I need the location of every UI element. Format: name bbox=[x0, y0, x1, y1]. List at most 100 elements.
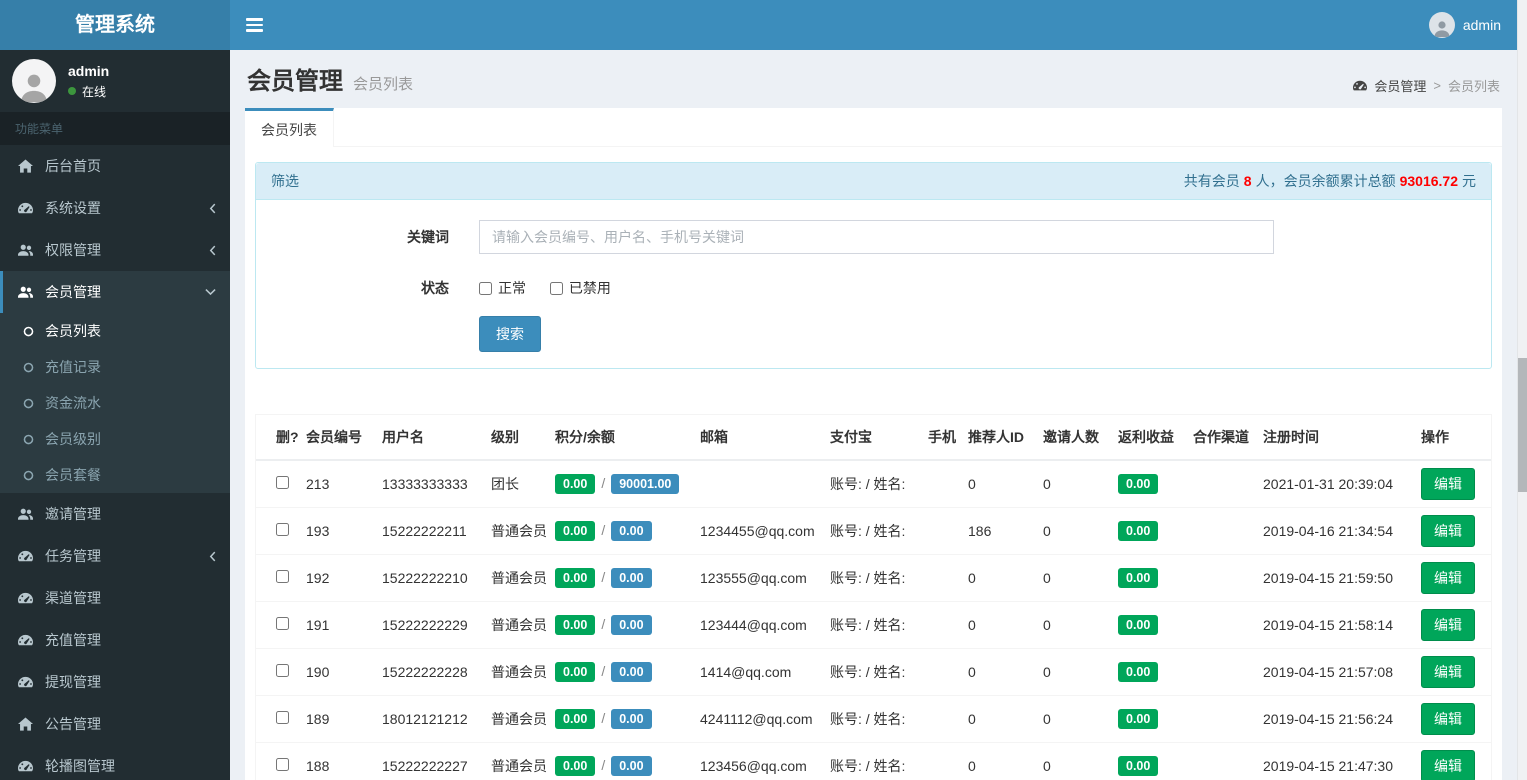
edit-button[interactable]: 编辑 bbox=[1421, 561, 1475, 594]
sidebar-item-6[interactable]: 任务管理 bbox=[0, 535, 230, 577]
alipay-cell: 账号: / 姓名: bbox=[822, 694, 920, 742]
status-checkbox-normal[interactable] bbox=[479, 281, 492, 295]
actions-cell: 编辑 bbox=[1413, 553, 1491, 601]
referrer-id-cell: 0 bbox=[960, 553, 1035, 601]
username-cell: 15222222229 bbox=[374, 600, 483, 648]
sidebar: admin 在线 功能菜单 后台首页 系统设置 权限管理 会员管理 会员列表 充值记录 资金… bbox=[0, 50, 230, 780]
breadcrumb-current: 会员列表 bbox=[1447, 79, 1500, 94]
member-table: 删? 会员编号 用户名 级别 积分/余额 邮箱 支付宝 手机 推荐人ID 邀请人数 返利收益 合作渠道… bbox=[256, 415, 1491, 780]
sidebar-item-3[interactable]: 权限管理 bbox=[0, 229, 230, 271]
actions-cell: 编辑 bbox=[1413, 694, 1491, 742]
sidebar-item-7[interactable]: 渠道管理 bbox=[0, 577, 230, 619]
sidebar-subitem-5[interactable]: 会员套餐 bbox=[0, 457, 230, 493]
tabs-container: 会员列表 筛选 共有会员8人，会员余额累计总额93016.72元 关键词 bbox=[245, 108, 1502, 780]
sidebar-item-4[interactable]: 会员管理 bbox=[0, 271, 230, 313]
tab-member-list[interactable]: 会员列表 bbox=[245, 108, 334, 147]
sidebar-subitem-1[interactable]: 会员列表 bbox=[0, 313, 230, 349]
circle-icon bbox=[23, 398, 38, 409]
table-row: 193 15222222211 普通会员 0.00 / 0.00 1234455@qq.co… bbox=[256, 506, 1491, 554]
column-header: 返利收益 bbox=[1110, 415, 1185, 461]
breadcrumb-root[interactable]: 会员管理 bbox=[1374, 76, 1426, 95]
rebate-badge: 0.00 bbox=[1118, 708, 1159, 729]
sidebar-item-label: 后台首页 bbox=[45, 158, 101, 174]
member-id-cell: 188 bbox=[298, 741, 374, 780]
sidebar-user-panel: admin 在线 bbox=[0, 50, 230, 112]
sidebar-subitem-2[interactable]: 充值记录 bbox=[0, 349, 230, 385]
sidebar-item-5[interactable]: 邀请管理 bbox=[0, 493, 230, 535]
sidebar-item-8[interactable]: 充值管理 bbox=[0, 619, 230, 661]
edit-button[interactable]: 编辑 bbox=[1421, 608, 1475, 641]
user-status: 在线 bbox=[68, 83, 109, 100]
register-time-cell: 2019-04-15 21:58:14 bbox=[1255, 600, 1413, 648]
page-title: 会员管理 bbox=[247, 68, 343, 95]
sidebar-item-1[interactable]: 后台首页 bbox=[0, 145, 230, 187]
sidebar-item-label: 任务管理 bbox=[45, 548, 101, 564]
gauge-icon bbox=[18, 201, 36, 215]
scrollbar-thumb[interactable] bbox=[1518, 358, 1527, 492]
channel-cell bbox=[1185, 647, 1255, 695]
sidebar-item-9[interactable]: 提现管理 bbox=[0, 661, 230, 703]
navbar-user-menu[interactable]: admin bbox=[1428, 0, 1527, 50]
main-content: 会员管理 会员列表 会员管理 > 会员列表 会员列表 筛选 共有会员 8 人，会… bbox=[230, 50, 1517, 780]
sidebar-item-label: 系统设置 bbox=[45, 200, 101, 216]
gauge-icon bbox=[18, 759, 36, 773]
row-checkbox[interactable] bbox=[276, 710, 289, 724]
edit-button[interactable]: 编辑 bbox=[1421, 749, 1475, 780]
channel-cell bbox=[1185, 506, 1255, 554]
rebate-cell: 0.00 bbox=[1110, 600, 1185, 648]
row-checkbox[interactable] bbox=[276, 569, 289, 583]
register-time-cell: 2021-01-31 20:39:04 bbox=[1263, 475, 1393, 492]
rebate-cell: 0.00 bbox=[1110, 741, 1185, 780]
level-cell: 团长 bbox=[491, 475, 519, 492]
rebate-badge: 0.00 bbox=[1118, 567, 1159, 588]
member-id-cell: 213 bbox=[306, 475, 330, 492]
column-header: 邮箱 bbox=[692, 415, 822, 461]
level-cell: 普通会员 bbox=[483, 647, 547, 695]
referrer-id-cell: 186 bbox=[960, 506, 1035, 554]
edit-button[interactable]: 编辑 bbox=[1421, 514, 1475, 547]
circle-icon bbox=[23, 470, 38, 481]
sidebar-subitem-4[interactable]: 会员级别 bbox=[0, 421, 230, 457]
row-checkbox[interactable] bbox=[276, 475, 289, 489]
hamburger-icon[interactable] bbox=[230, 0, 279, 50]
alipay-cell: 账号: / 姓名: bbox=[830, 475, 906, 492]
points-badge: 0.00 bbox=[555, 661, 596, 682]
sidebar-item-10[interactable]: 公告管理 bbox=[0, 703, 230, 745]
keyword-input[interactable] bbox=[479, 220, 1274, 254]
keyword-label: 关键词 bbox=[407, 229, 449, 245]
row-delete-cell bbox=[256, 553, 298, 601]
edit-button[interactable]: 编辑 bbox=[1421, 702, 1475, 735]
status-option-disabled[interactable]: 已禁用 bbox=[549, 278, 611, 298]
username-cell: 15222222211 bbox=[374, 506, 483, 554]
sidebar-subitem-3[interactable]: 资金流水 bbox=[0, 385, 230, 421]
column-header: 用户名 bbox=[374, 415, 483, 461]
row-checkbox[interactable] bbox=[276, 663, 289, 677]
row-checkbox[interactable] bbox=[276, 616, 289, 630]
row-delete-cell bbox=[256, 506, 298, 554]
app-logo[interactable]: 管理系统 bbox=[0, 0, 230, 50]
sidebar-item-11[interactable]: 轮播图管理 bbox=[0, 745, 230, 780]
breadcrumb-separator: > bbox=[1433, 78, 1441, 93]
points-balance-cell: 0.00 / 90001.00 bbox=[547, 460, 692, 507]
column-header: 推荐人ID bbox=[960, 415, 1035, 461]
users-icon bbox=[18, 243, 36, 257]
sidebar-item-2[interactable]: 系统设置 bbox=[0, 187, 230, 229]
actions-cell: 编辑 bbox=[1413, 647, 1491, 695]
row-checkbox[interactable] bbox=[276, 757, 289, 771]
balance-badge: 0.00 bbox=[611, 708, 652, 729]
register-time-cell: 2019-04-15 21:56:24 bbox=[1255, 694, 1413, 742]
row-checkbox[interactable] bbox=[276, 522, 289, 536]
table-row: 188 15222222227 普通会员 0.00 / 0.00 123456@qq.com… bbox=[256, 741, 1491, 780]
status-option-normal[interactable]: 正常 bbox=[479, 278, 526, 298]
rebate-badge: 0.00 bbox=[1118, 520, 1159, 541]
edit-button[interactable]: 编辑 bbox=[1421, 655, 1475, 688]
slash-separator: / bbox=[601, 474, 606, 491]
edit-button[interactable]: 编辑 bbox=[1421, 467, 1475, 500]
balance-badge: 0.00 bbox=[611, 661, 652, 682]
points-balance-cell: 0.00 / 0.00 bbox=[547, 694, 692, 742]
home-icon bbox=[18, 717, 36, 731]
search-button[interactable]: 搜索 bbox=[479, 316, 541, 352]
register-time-cell: 2019-04-16 21:34:54 bbox=[1255, 506, 1413, 554]
status-checkbox-disabled[interactable] bbox=[549, 281, 563, 295]
member-id-cell: 192 bbox=[298, 553, 374, 601]
